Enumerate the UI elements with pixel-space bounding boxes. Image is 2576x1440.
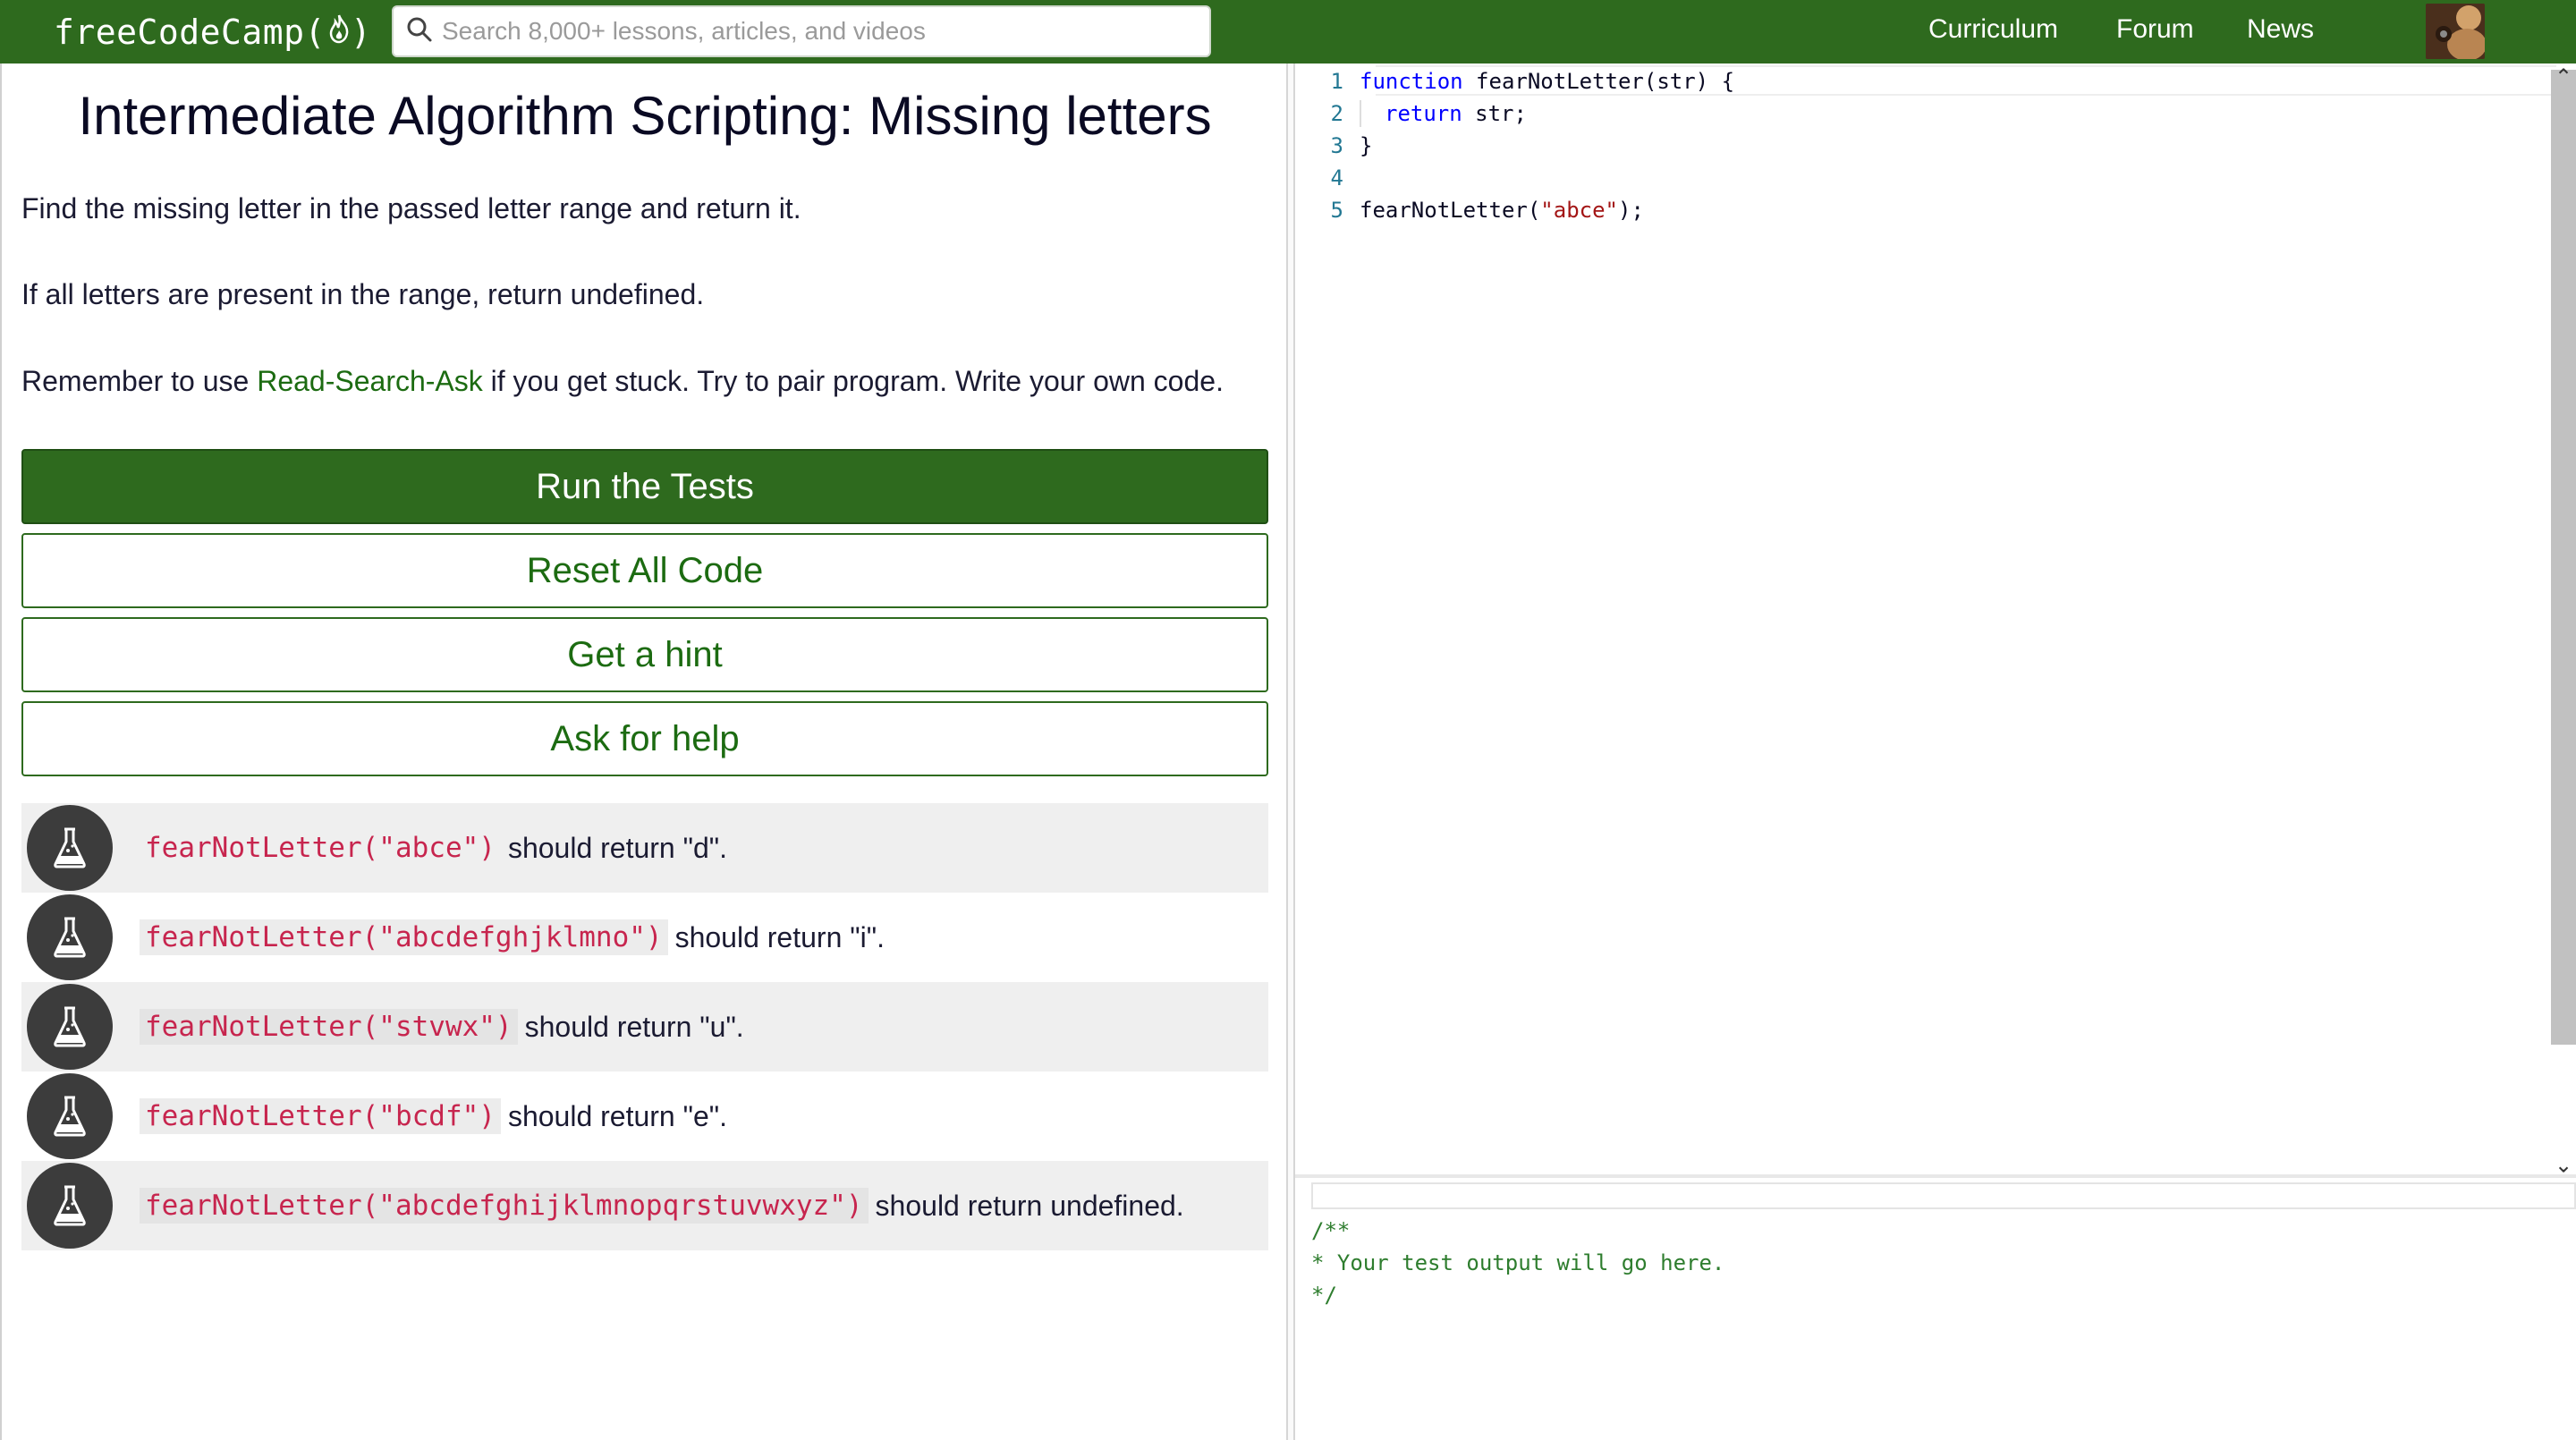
code-text: str; [1462,101,1527,126]
code-line: 5 fearNotLetter("abce"); [1295,194,1644,226]
test-item: fearNotLetter("abce") should return "d". [21,803,1268,893]
help-suffix: if you get stuck. Try to pair program. W… [482,365,1224,397]
reset-code-button[interactable]: Reset All Code [21,533,1268,608]
flame-icon [327,13,351,53]
test-output: /** * Your test output will go here. */ [1311,1218,1725,1308]
user-avatar[interactable] [2426,4,2485,59]
code-line: 3 } [1295,130,1373,162]
flask-icon [27,984,113,1070]
test-text: should return "d". [507,831,728,864]
code-text: fearNotLetter( [1360,198,1541,223]
test-item: fearNotLetter("abcdefghjklmno") should r… [21,893,1268,982]
search-input[interactable] [440,16,1177,47]
test-code: fearNotLetter("abcdefghjklmno") [140,919,668,955]
nav-link-curriculum[interactable]: Curriculum [1928,14,2058,45]
line-number: 4 [1330,165,1343,191]
test-item: fearNotLetter("abcdefghijklmnopqrstuvwxy… [21,1161,1268,1250]
run-tests-button[interactable]: Run the Tests [21,449,1268,524]
code-text: } [1360,133,1373,158]
freecodecamp-logo[interactable]: freeCodeCamp( ) [54,9,371,55]
logo-text: freeCodeCamp( [54,13,326,52]
chevron-up-icon[interactable]: ⌃ [2555,64,2572,90]
test-text: should return "e". [507,1099,728,1132]
code-line: 1 function fearNotLetter(str) { [1295,65,1734,97]
code-keyword: function [1360,69,1463,94]
chevron-down-icon[interactable]: ⌃ [2555,1150,2572,1176]
read-search-ask-link[interactable]: Read-Search-Ask [257,365,483,397]
test-code: fearNotLetter("abce") [145,832,496,864]
challenge-title: Intermediate Algorithm Scripting: Missin… [78,86,1212,146]
challenge-panel: Intermediate Algorithm Scripting: Missin… [0,64,1286,1440]
flask-icon [27,894,113,980]
nav-link-forum[interactable]: Forum [2116,14,2194,45]
test-item: fearNotLetter("bcdf") should return "e". [21,1072,1268,1161]
line-number: 5 [1330,198,1343,223]
indent-guide [1360,100,1361,127]
help-paragraph: Remember to use Read-Search-Ask if you g… [21,365,1224,398]
test-text: should return "u". [524,1010,744,1043]
flask-icon [27,1163,113,1249]
flask-icon [27,805,113,891]
test-text: should return "i". [674,920,885,953]
output-header-bar [1311,1182,2576,1209]
test-code: fearNotLetter("bcdf") [140,1098,501,1134]
test-code: fearNotLetter("abcdefghijklmnopqrstuvwxy… [140,1188,869,1224]
flask-icon [27,1073,113,1159]
get-hint-button[interactable]: Get a hint [21,617,1268,692]
challenge-description: Find the missing letter in the passed le… [21,192,801,224]
code-string: "abce" [1540,198,1618,223]
search-box[interactable] [392,5,1211,57]
editor-scrollbar[interactable] [2551,70,2576,1045]
navbar: freeCodeCamp( ) Curriculum Forum News [0,0,2576,64]
code-keyword: return [1385,101,1462,126]
line-number: 3 [1330,133,1343,158]
logo-paren: ) [350,13,372,52]
line-number: 1 [1330,69,1343,94]
ask-for-help-button[interactable]: Ask for help [21,701,1268,776]
challenge-description-undefined: If all letters are present in the range,… [21,278,705,310]
line-number: 2 [1330,101,1343,126]
code-line: 4 [1295,162,1360,194]
help-prefix: Remember to use [21,365,258,397]
test-item: fearNotLetter("stvwx") should return "u"… [21,982,1268,1072]
output-separator[interactable] [1295,1174,2576,1178]
code-text: fearNotLetter(str) { [1462,69,1735,94]
code-editor[interactable]: 1 function fearNotLetter(str) { 2 return… [1295,64,2576,1174]
search-icon [394,16,440,47]
panel-divider[interactable] [1286,64,1295,1440]
nav-link-news[interactable]: News [2247,14,2314,45]
code-text: ); [1618,198,1644,223]
test-text: should return undefined. [875,1189,1184,1222]
code-line: 2 return str; [1295,97,1527,130]
test-code: fearNotLetter("stvwx") [140,1009,518,1045]
